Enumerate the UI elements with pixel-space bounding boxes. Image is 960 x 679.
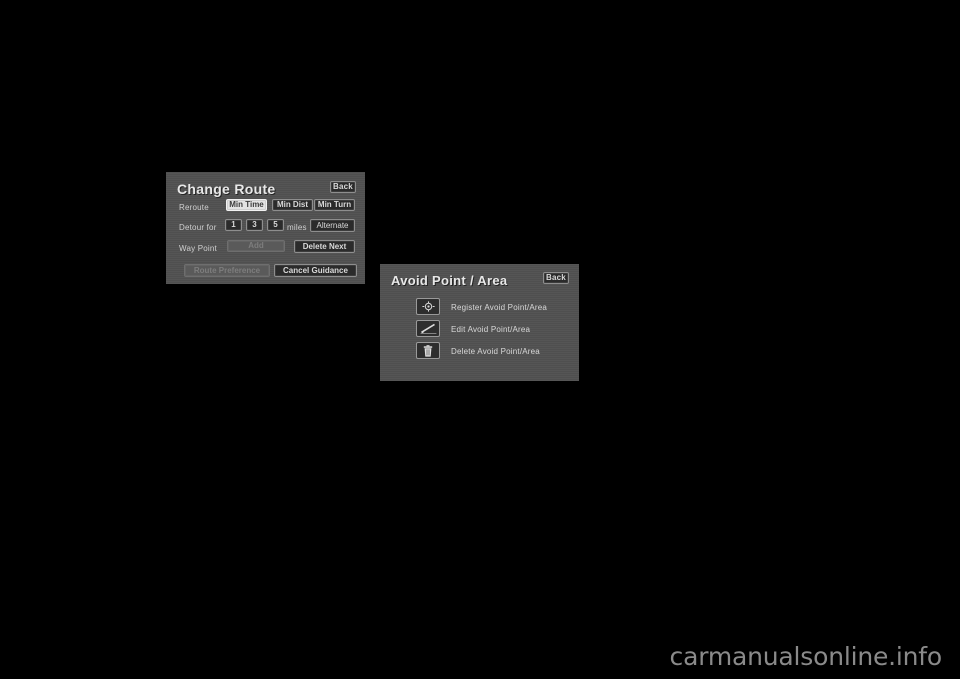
way-point-add-button[interactable]: Add	[227, 240, 285, 252]
page-title: Change Route	[177, 181, 276, 197]
change-route-panel: Change Route Back Reroute Min Time Min D…	[166, 172, 365, 284]
back-button[interactable]: Back	[543, 272, 569, 284]
way-point-delete-next-button[interactable]: Delete Next	[294, 240, 355, 253]
page-title: Avoid Point / Area	[391, 273, 508, 288]
route-preference-button[interactable]: Route Preference	[184, 264, 270, 277]
cancel-guidance-button[interactable]: Cancel Guidance	[274, 264, 357, 277]
delete-avoid-point-label: Delete Avoid Point/Area	[451, 347, 540, 356]
avoid-point-area-panel: Avoid Point / Area Back Register Avoid P…	[380, 264, 579, 381]
site-watermark: carmanualsonline.info	[669, 642, 943, 671]
register-avoid-point-button[interactable]	[416, 298, 440, 315]
detour-units-label: miles	[287, 223, 307, 232]
detour-1-mile-button[interactable]: 1	[225, 219, 242, 231]
reroute-min-turn-button[interactable]: Min Turn	[314, 199, 355, 211]
way-point-label: Way Point	[179, 244, 217, 253]
edit-avoid-point-label: Edit Avoid Point/Area	[451, 325, 531, 334]
crosshair-target-icon	[421, 301, 435, 312]
reroute-min-dist-button[interactable]: Min Dist	[272, 199, 313, 211]
reroute-min-time-button[interactable]: Min Time	[226, 199, 267, 211]
detour-label: Detour for	[179, 223, 217, 232]
detour-3-miles-button[interactable]: 3	[246, 219, 263, 231]
register-avoid-point-label: Register Avoid Point/Area	[451, 303, 548, 312]
detour-alternate-button[interactable]: Alternate	[310, 219, 355, 232]
edit-avoid-point-button[interactable]	[416, 320, 440, 337]
pencil-edit-icon	[420, 323, 437, 334]
delete-avoid-point-button[interactable]	[416, 342, 440, 359]
trash-delete-icon	[423, 344, 433, 357]
reroute-label: Reroute	[179, 203, 209, 212]
back-button[interactable]: Back	[330, 181, 356, 193]
detour-5-miles-button[interactable]: 5	[267, 219, 284, 231]
